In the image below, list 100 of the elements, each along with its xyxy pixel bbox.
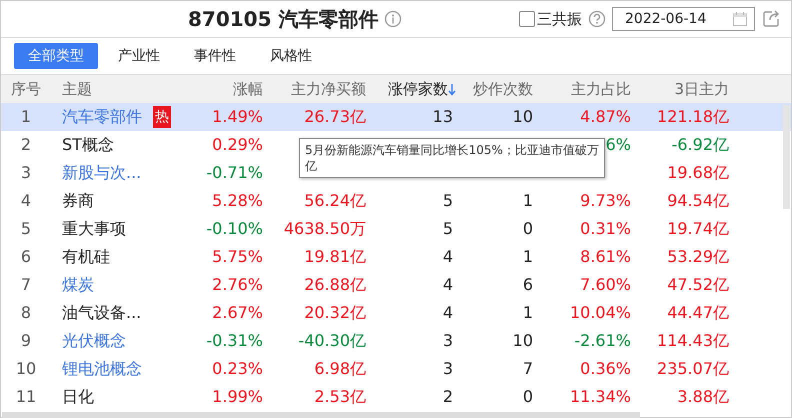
info-icon[interactable] [384,10,402,28]
row-number: 11 [14,386,38,408]
table-cell: 44.47亿 [667,303,729,322]
row-number: 8 [20,302,32,324]
row-number: 1 [20,106,32,128]
hot-badge: 热 [153,106,171,128]
sort-arrow-icon[interactable] [448,82,456,96]
table-cell: 0.31% [580,219,631,238]
row-number: 4 [20,190,32,212]
table-cell: -2.61% [574,331,631,350]
horizontal-scrollbar[interactable] [2,412,640,418]
calendar-icon[interactable] [732,11,748,27]
topic-link[interactable]: 煤炭 [62,273,94,297]
table-cell: 9.73% [580,191,631,210]
help-icon[interactable] [588,10,606,28]
table-cell: 2.76% [212,275,263,294]
table-cell: -40.30亿 [298,331,366,350]
table-cell: 19.74亿 [667,219,729,238]
table-cell: 0 [522,387,533,406]
row-number: 2 [20,134,32,156]
table-cell: 3 [442,359,453,378]
topic-name: 券商 [62,190,94,212]
table-cell: -0.10% [206,219,263,238]
tooltip: 5月份新能源汽车销量同比增长105%；比亚迪市值破万亿 [299,138,605,178]
table-cell: 94.54亿 [667,191,729,210]
table-cell: 53.29亿 [667,247,729,266]
table-cell: 5.75% [212,247,263,266]
row-number: 10 [14,358,38,380]
table-cell: 0.29% [212,135,263,154]
tab[interactable]: 事件性 [180,43,250,69]
topic-name: ST概念 [62,134,114,156]
table-cell: 6% [606,135,631,154]
table-cell: 1.99% [212,387,263,406]
table-cell: 1.49% [212,107,263,126]
page-title: 870105 汽车零部件 [188,6,378,33]
table-cell: 121.18亿 [657,107,729,126]
topic-link[interactable]: 锂电池概念 [62,357,142,381]
table-cell: 4 [442,247,453,266]
column-header[interactable]: 涨停家数 [388,78,448,100]
checkbox[interactable] [519,11,535,27]
topic-link[interactable]: 新股与次... [62,161,142,185]
topic-name: 日化 [62,386,94,408]
column-header[interactable]: 主力占比 [533,78,631,100]
table-cell: 3 [442,331,453,350]
tab[interactable]: 全部类型 [14,43,98,69]
row-number: 5 [20,218,32,240]
tab[interactable]: 产业性 [104,43,174,69]
column-header[interactable]: 3日主力 [631,78,729,100]
table-cell: 2.53亿 [314,387,366,406]
table-cell: 4 [442,303,453,322]
topic-link[interactable]: 光伏概念 [62,329,126,353]
table-cell: 26.73亿 [304,107,366,126]
row-number: 6 [20,246,32,268]
table-cell: 2.67% [212,303,263,322]
table-cell: 5 [442,219,453,238]
table-cell: 0 [522,219,533,238]
table-cell: 10 [512,107,533,126]
column-header[interactable]: 序号 [1,78,51,100]
table-cell: 1 [522,247,533,266]
row-number: 9 [20,330,32,352]
table-cell: 7 [522,359,533,378]
table-cell: 56.24亿 [304,191,366,210]
column-header[interactable]: 涨幅 [201,78,263,100]
column-header[interactable]: 主题 [51,78,201,100]
table-cell: 1 [522,191,533,210]
topic-name: 油气设备... [62,302,142,324]
table-cell: 20.32亿 [304,303,366,322]
table-cell: 0.23% [212,359,263,378]
table-cell: 0.36% [580,359,631,378]
table-cell: 6 [522,275,533,294]
table-cell: 26.88亿 [304,275,366,294]
checkbox-label: 三共振 [537,8,582,30]
column-header[interactable]: 炒作次数 [456,78,533,100]
table-cell: -6.92亿 [672,135,729,154]
share-icon[interactable] [761,9,781,29]
table-cell: 1 [522,303,533,322]
topic-name: 重大事项 [62,218,126,240]
table-cell: 4.87% [580,107,631,126]
table-cell: 4 [442,275,453,294]
table-cell: 114.43亿 [657,331,729,350]
tab[interactable]: 风格性 [256,43,326,69]
table-cell: 4638.50万 [284,219,366,238]
table-cell: 19.68亿 [667,163,729,182]
topic-name: 有机硅 [62,246,110,268]
table-cell: 6.98亿 [314,359,366,378]
table-cell: -0.31% [206,331,263,350]
table-cell: 47.52亿 [667,275,729,294]
column-header[interactable]: 主力净买额 [263,78,366,100]
table-cell: 19.81亿 [304,247,366,266]
table-cell: 2 [442,387,453,406]
table-cell: 5 [442,191,453,210]
table-cell: 10 [512,331,533,350]
vertical-scrollbar[interactable] [783,105,790,209]
topic-link[interactable]: 汽车零部件 [62,105,142,129]
date-field[interactable]: 2022-06-14 [612,7,755,31]
table-cell: 10.04% [570,303,631,322]
table-cell: 13 [432,107,453,126]
table-cell: 3.88亿 [677,387,729,406]
table-cell: 235.07亿 [657,359,729,378]
table-cell: 7.60% [580,275,631,294]
